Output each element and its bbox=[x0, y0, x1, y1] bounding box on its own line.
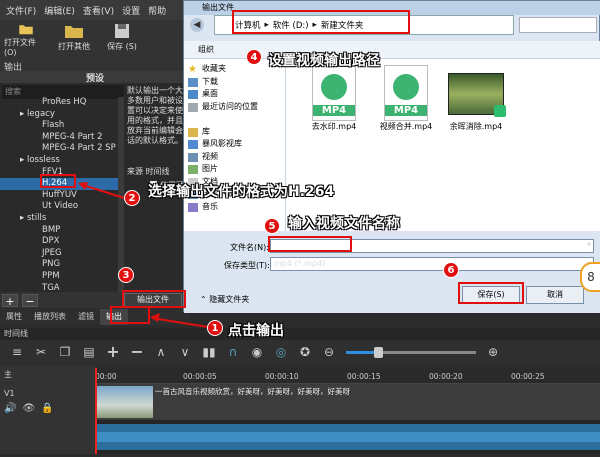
step-6-badge: 6 bbox=[443, 262, 459, 278]
step-2-badge: 2 bbox=[124, 190, 140, 206]
step-2-label: 选择输出文件的格式为H.264 bbox=[148, 184, 335, 200]
step-5-badge: 5 bbox=[264, 218, 280, 234]
step-4-badge: 4 bbox=[246, 49, 262, 65]
step-5-label: 输入视频文件名称 bbox=[288, 216, 400, 232]
step-3-badge: 3 bbox=[118, 267, 134, 283]
step-1-badge: 1 bbox=[207, 320, 223, 336]
step-1-label: 点击输出 bbox=[228, 323, 284, 339]
step-4-label: 设置视频输出路径 bbox=[268, 53, 380, 69]
